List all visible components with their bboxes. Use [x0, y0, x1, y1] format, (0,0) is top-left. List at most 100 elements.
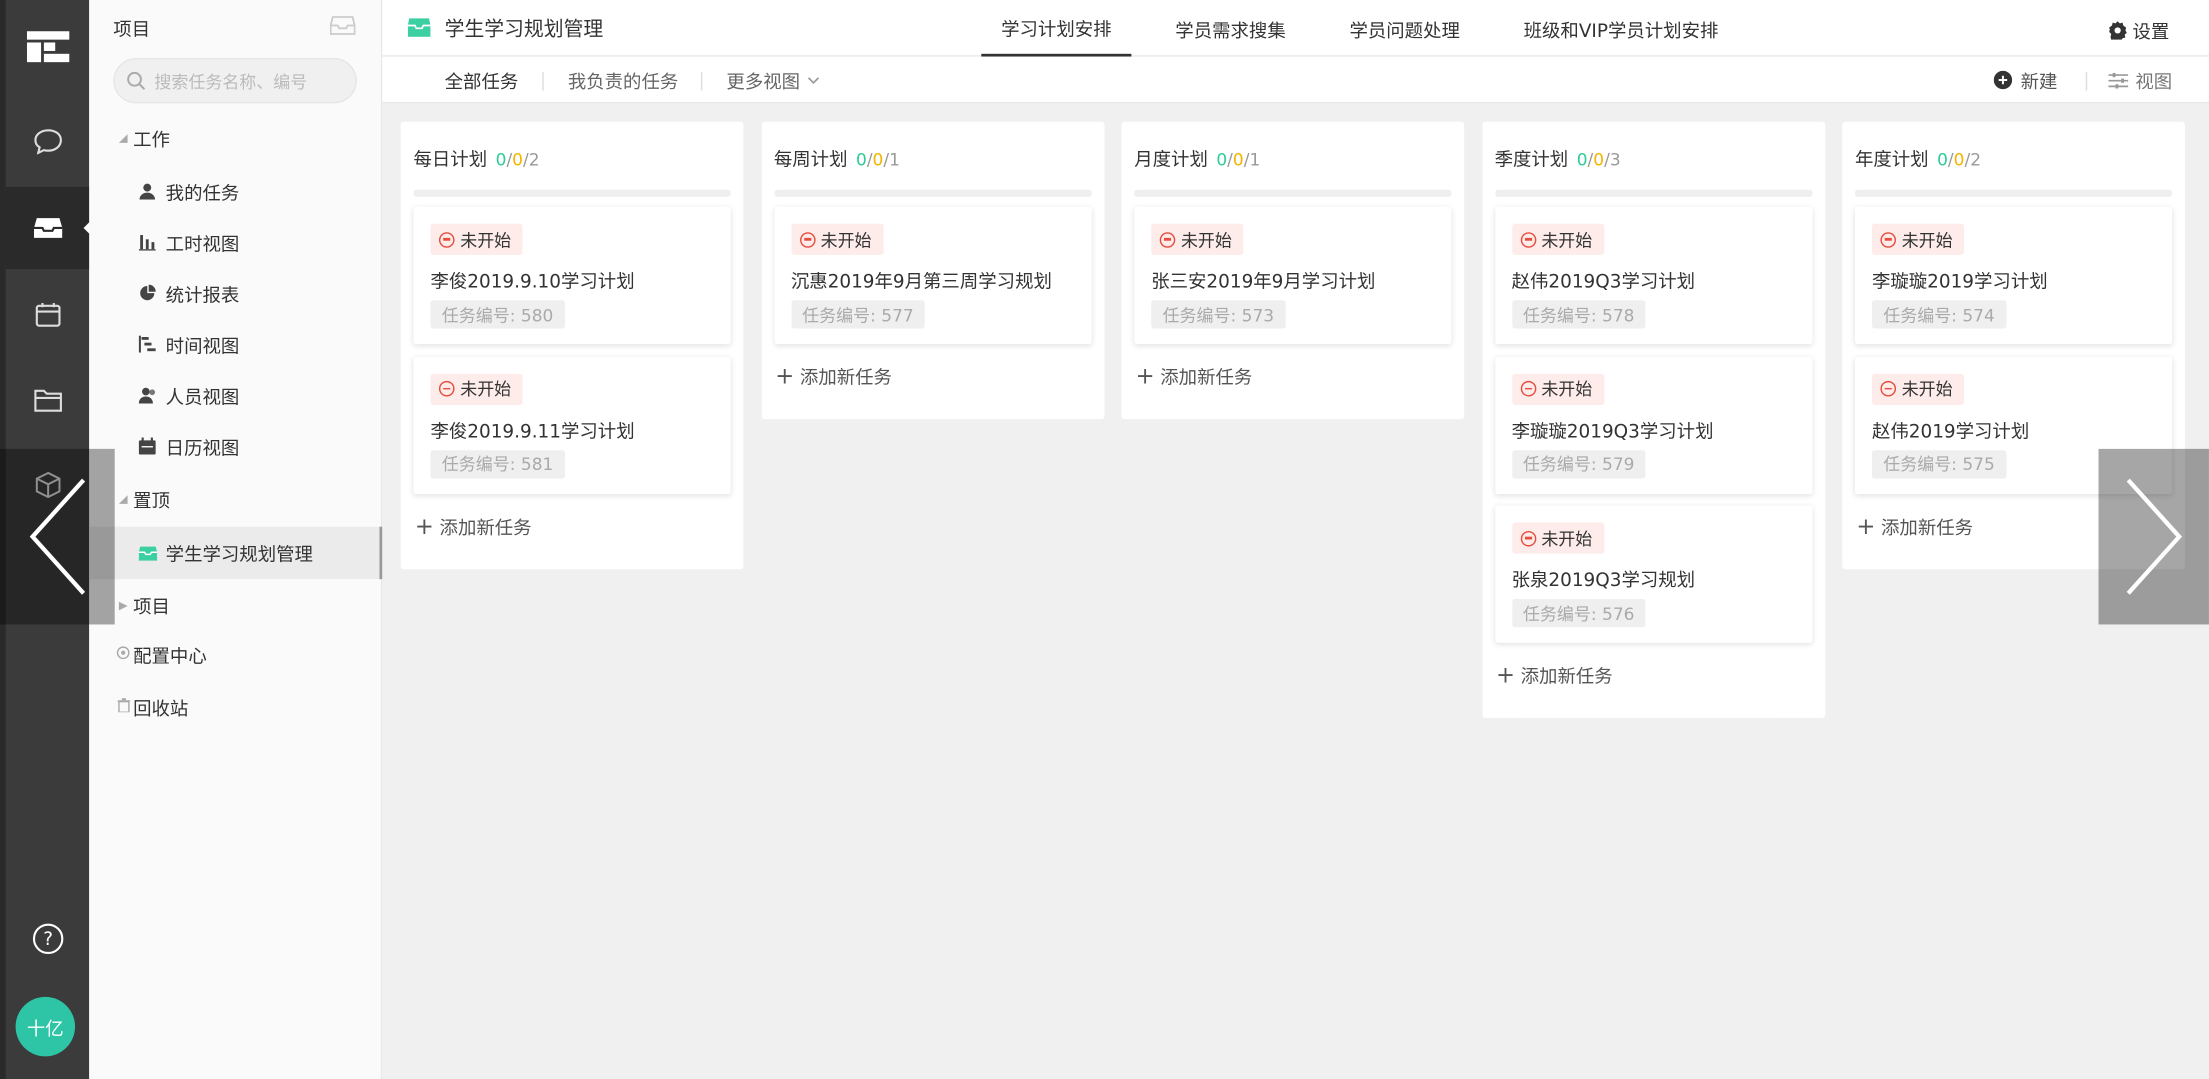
- sidebar-item-recycle[interactable]: 回收站: [89, 685, 382, 727]
- gantt-icon: [136, 335, 159, 353]
- task-card[interactable]: 未开始 李俊2019.9.11学习计划 任务编号: 581: [413, 356, 731, 494]
- sidebar-item-label: 统计报表: [165, 285, 240, 307]
- column-header: 月度计划 0/0/1: [1134, 144, 1260, 171]
- column-count: 0/0/2: [495, 150, 540, 170]
- status-minus-icon: [438, 380, 455, 397]
- task-title: 李俊2019.9.10学习计划: [430, 271, 635, 294]
- status-minus-icon: [1880, 231, 1897, 248]
- page-title: 学生学习规划管理: [444, 18, 604, 42]
- task-id: 任务编号: 574: [1871, 300, 2007, 329]
- calendar-icon[interactable]: [6, 273, 90, 355]
- tab-study-plan[interactable]: 学习计划安排: [981, 0, 1132, 57]
- plus-icon: +: [414, 511, 434, 539]
- board-column: 每日计划 0/0/2 未开始 李俊2019.9.10学习计划 任务编号: 580 未开始李…: [400, 121, 744, 569]
- status-badge: 未开始: [430, 373, 523, 405]
- task-id: 任务编号: 578: [1511, 300, 1646, 329]
- view-button[interactable]: 视图: [2108, 57, 2172, 104]
- chevron-right-icon: [2126, 478, 2183, 595]
- subtab-more-views[interactable]: 更多视图: [726, 57, 820, 104]
- task-card[interactable]: 未开始 李璇璇2019学习计划 任务编号: 574: [1854, 206, 2173, 345]
- status-badge: 未开始: [790, 223, 883, 255]
- plus-icon: +: [775, 362, 795, 390]
- status-minus-icon: [1159, 231, 1176, 248]
- add-task-button[interactable]: + 添加新任务: [1496, 661, 1613, 688]
- calendar-icon: [136, 437, 159, 455]
- column-progress-bar: [1134, 189, 1452, 197]
- next-arrow-button[interactable]: [2098, 448, 2209, 625]
- group-pinned[interactable]: ◢ 置顶: [89, 477, 382, 519]
- count-total: 3: [1609, 150, 1621, 170]
- search-placeholder: 搜索任务名称、编号: [154, 71, 308, 92]
- task-card[interactable]: 未开始 张三安2019年9月学习计划 任务编号: 573: [1134, 206, 1452, 345]
- group-work[interactable]: ◢ 工作: [89, 116, 382, 158]
- count-done: 0: [1216, 150, 1228, 170]
- sidebar-item-current-project[interactable]: 学生学习规划管理: [89, 526, 383, 580]
- task-card[interactable]: 未开始 赵伟2019Q3学习计划 任务编号: 578: [1494, 206, 1812, 345]
- column-header: 每周计划 0/0/1: [774, 144, 900, 171]
- status-badge: 未开始: [430, 223, 523, 255]
- trash-icon: [113, 698, 133, 715]
- search-input[interactable]: 搜索任务名称、编号: [113, 58, 357, 104]
- settings-button[interactable]: 设置: [2108, 17, 2169, 44]
- status-minus-icon: [1880, 380, 1897, 397]
- sidebar-item-label: 回收站: [133, 698, 189, 721]
- sidebar-item-hours[interactable]: 工时视图: [89, 221, 382, 263]
- subtab-my-tasks[interactable]: 我负责的任务: [568, 57, 678, 104]
- tab-issues[interactable]: 学员问题处理: [1349, 0, 1459, 57]
- group-projects[interactable]: ▶ 项目: [89, 583, 382, 625]
- subtab-all-tasks[interactable]: 全部任务: [445, 57, 519, 104]
- task-title: 沉惠2019年9月第三周学习规划: [790, 271, 1052, 294]
- avatar[interactable]: 十亿: [15, 996, 76, 1057]
- column-title: 季度计划: [1494, 150, 1569, 172]
- gear-icon: [2109, 21, 2127, 40]
- sidebar-item-reports[interactable]: 统计报表: [89, 272, 382, 314]
- task-card[interactable]: 未开始李俊2019.9.10学习计划任务编号: 580: [413, 206, 731, 345]
- add-task-button[interactable]: + 添加新任务: [1136, 362, 1253, 389]
- task-id: 任务编号: 576: [1511, 598, 1646, 628]
- status-label: 未开始: [1901, 230, 1953, 250]
- tab-class-vip[interactable]: 班级和VIP学员计划安排: [1524, 0, 1719, 57]
- add-task-button[interactable]: + 添加新任务: [415, 512, 532, 539]
- add-task-button[interactable]: + 添加新任务: [775, 362, 892, 389]
- status-label: 未开始: [1541, 379, 1593, 400]
- task-id: 任务编号: 580: [430, 300, 565, 329]
- task-title: 赵伟2019学习计划: [1871, 421, 2030, 443]
- status-label: 未开始: [460, 379, 512, 400]
- column-header: 季度计划 0/0/3: [1495, 144, 1621, 171]
- tab-needs[interactable]: 学员需求搜集: [1175, 0, 1285, 57]
- caret-right-icon: ▶: [118, 598, 128, 612]
- prev-arrow-button[interactable]: [0, 448, 115, 625]
- inbox-outline-icon[interactable]: [329, 14, 356, 42]
- status-badge: 未开始: [1511, 223, 1604, 255]
- dashboard-icon[interactable]: [6, 6, 90, 88]
- sidebar-item-my-tasks[interactable]: 我的任务: [89, 170, 382, 212]
- new-button[interactable]: 新建: [1993, 57, 2057, 104]
- inbox-icon[interactable]: [5, 186, 91, 270]
- folder-icon[interactable]: [6, 358, 90, 440]
- count-doing: 0: [1953, 150, 1965, 170]
- team-icon: [136, 387, 159, 404]
- status-label: 未开始: [1180, 230, 1232, 250]
- chat-icon[interactable]: [6, 101, 90, 183]
- task-card[interactable]: 未开始 沉惠2019年9月第三周学习规划 任务编号: 577: [773, 206, 1092, 345]
- task-card[interactable]: 未开始 张泉2019Q3学习规划 任务编号: 576: [1494, 505, 1812, 643]
- count-doing: 0: [512, 150, 523, 170]
- sidebar-item-label: 我的任务: [165, 183, 240, 205]
- sidebar-item-calendar[interactable]: 日历视图: [89, 425, 382, 467]
- column-count: 0/0/1: [855, 150, 900, 170]
- sidebar-item-config[interactable]: 配置中心: [89, 633, 382, 675]
- sidebar-item-people[interactable]: 人员视图: [89, 374, 382, 416]
- plus-icon: +: [1135, 362, 1155, 390]
- task-card[interactable]: 未开始 李璇璇2019Q3学习计划 任务编号: 579: [1494, 356, 1812, 494]
- question-circle-icon[interactable]: ?: [6, 898, 90, 980]
- column-count: 0/0/1: [1216, 150, 1261, 170]
- board-column: 月度计划 0/0/1 未开始 张三安2019年9月学习计划 任务编号: 573 + 添加新任…: [1121, 121, 1465, 420]
- sub-toolbar: 全部任务 我负责的任务 更多视图 新建 视图: [382, 56, 2209, 104]
- project-sidebar: 项目 搜索任务名称、编号 ◢ 工作 我的任务 工时视图 统计报表 时间视图 人员…: [89, 0, 383, 1079]
- sidebar-item-timeline[interactable]: 时间视图: [89, 323, 382, 365]
- status-minus-icon: [799, 231, 815, 248]
- add-task-label: 添加新任务: [439, 517, 532, 539]
- add-task-button[interactable]: + 添加新任务: [1856, 512, 1973, 539]
- count-doing: 0: [1232, 150, 1244, 170]
- status-minus-icon: [1520, 530, 1536, 546]
